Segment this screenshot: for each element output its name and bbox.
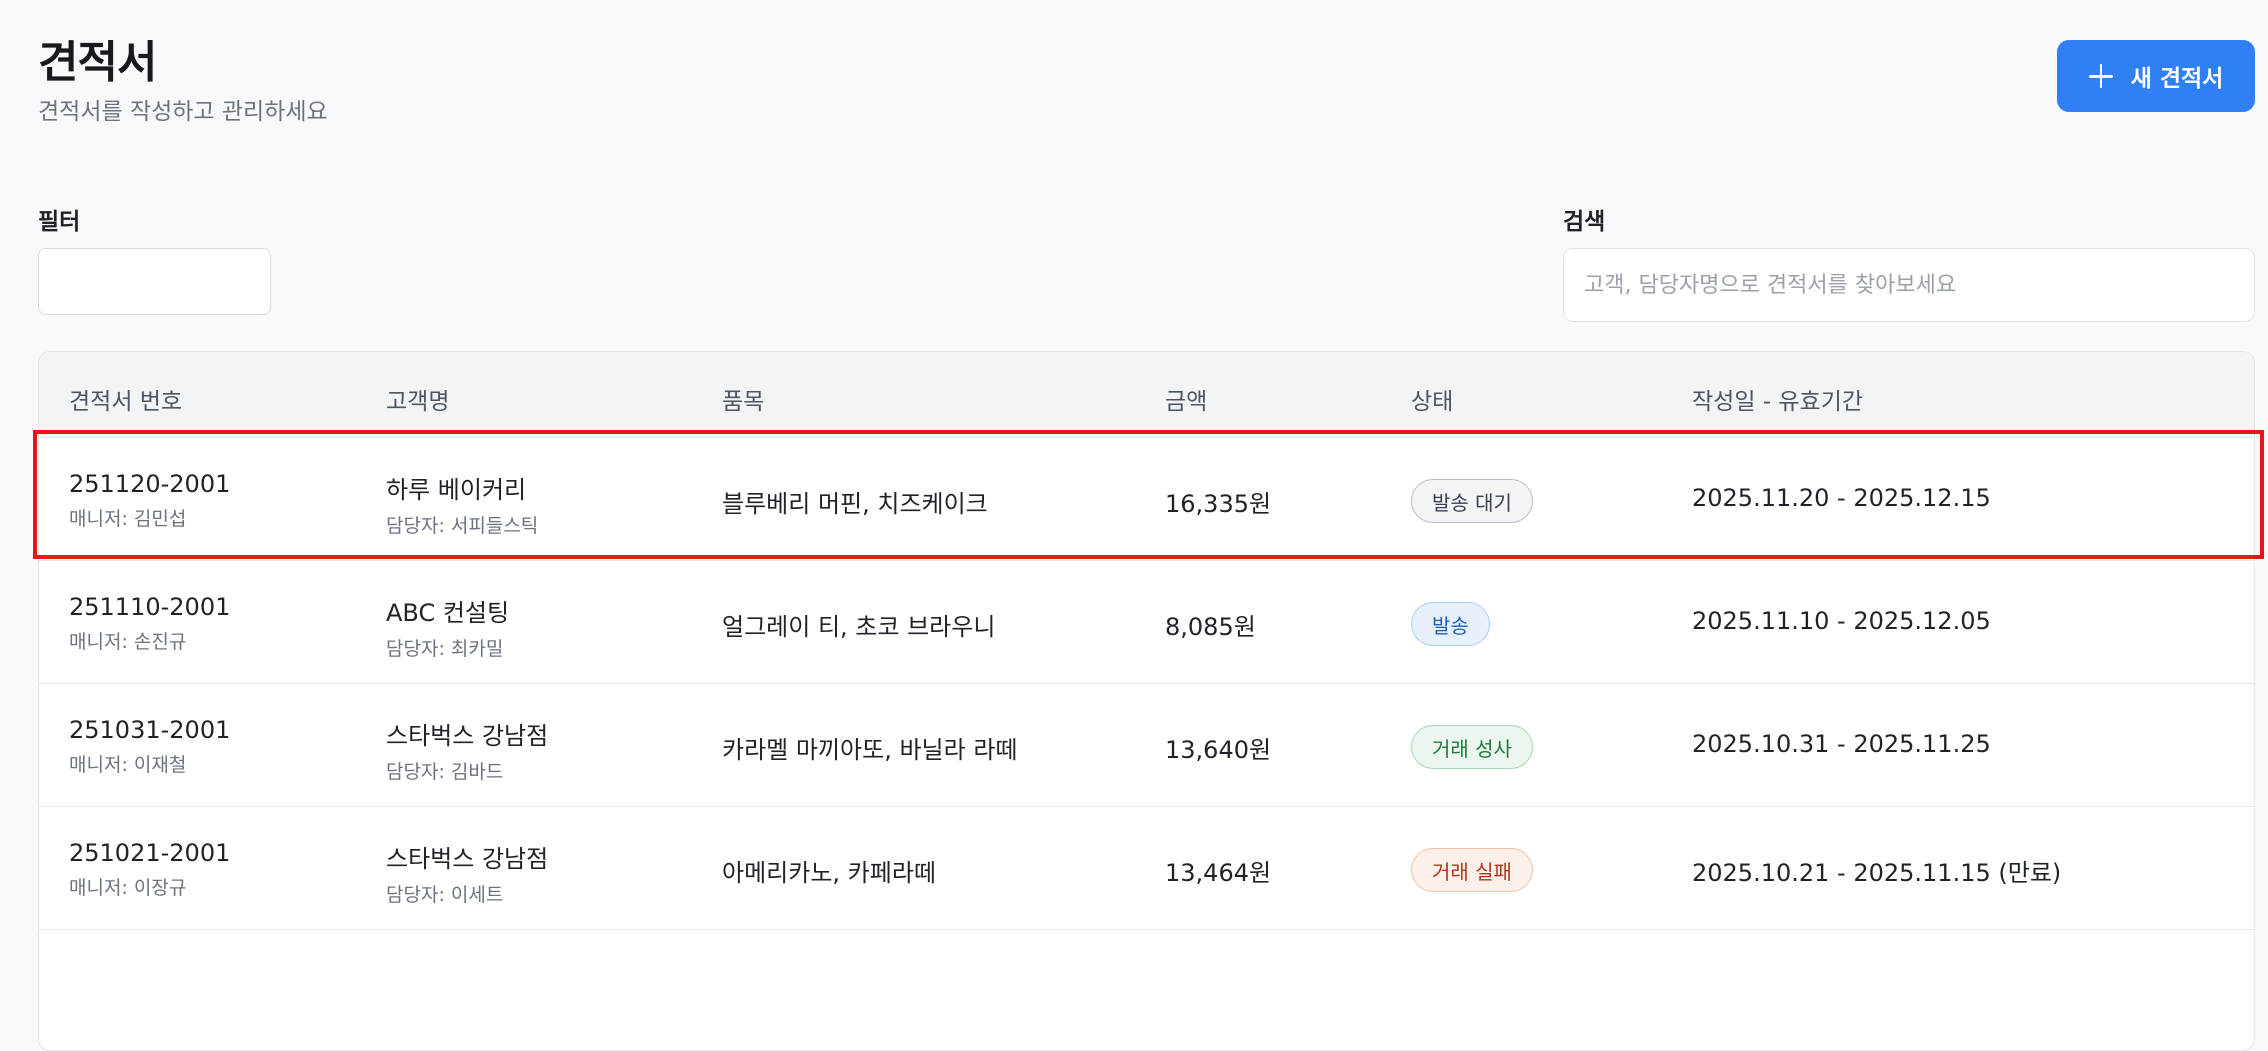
table-header: 견적서 번호 고객명 품목 금액 상태 작성일 - 유효기간 (39, 352, 2254, 438)
customer-name: 스타벅스 강남점 (386, 722, 549, 750)
quote-number-cell: 251120-2001 매니저: 김민섭 (69, 470, 230, 531)
amount-cell: 13,640원 (1165, 736, 1272, 764)
customer-cell: 하루 베이커리 담당자: 서피들스틱 (386, 470, 538, 538)
column-header-amount: 금액 (1165, 389, 1208, 415)
period-cell: 2025.10.31 - 2025.11.25 (1692, 730, 1991, 758)
amount-cell: 13,464원 (1165, 859, 1272, 887)
column-header-status: 상태 (1411, 389, 1454, 415)
items-cell: 카라멜 마끼아또, 바닐라 라떼 (722, 736, 1018, 764)
column-header-customer: 고객명 (386, 389, 450, 415)
table-row[interactable]: 251110-2001 매니저: 손진규 ABC 컨설팅 담당자: 최카밀 얼그… (39, 561, 2254, 684)
quote-number: 251031-2001 (69, 716, 231, 744)
column-header-items: 품목 (722, 389, 765, 415)
manager-name: 매니저: 이장규 (69, 877, 187, 899)
manager-name: 매니저: 김민섭 (69, 508, 187, 530)
items-cell: 아메리카노, 카페라떼 (722, 859, 936, 887)
quote-number-cell: 251110-2001 매니저: 손진규 (69, 593, 230, 654)
period-cell: 2025.11.10 - 2025.12.05 (1692, 607, 1991, 635)
column-header-period: 작성일 - 유효기간 (1692, 389, 1864, 415)
customer-name: ABC 컨설팅 (386, 599, 510, 627)
customer-name: 스타벅스 강남점 (386, 845, 549, 873)
customer-cell: 스타벅스 강남점 담당자: 이세트 (386, 839, 548, 907)
table-row[interactable]: 251021-2001 매니저: 이장규 스타벅스 강남점 담당자: 이세트 아… (39, 807, 2254, 930)
column-header-quote-number: 견적서 번호 (69, 389, 183, 415)
contact-name: 담당자: 서피들스틱 (386, 515, 539, 537)
quote-number: 251021-2001 (69, 839, 231, 867)
amount-cell: 16,335원 (1165, 490, 1272, 518)
new-quote-button-label: 새 견적서 (2130, 66, 2224, 92)
quote-number: 251120-2001 (69, 470, 231, 498)
search-label: 검색 (1563, 209, 1606, 235)
search-input[interactable] (1563, 248, 2255, 322)
page-subtitle: 견적서를 작성하고 관리하세요 (38, 99, 328, 125)
table-row[interactable]: 251120-2001 매니저: 김민섭 하루 베이커리 담당자: 서피들스틱 … (39, 438, 2254, 561)
contact-name: 담당자: 최카밀 (386, 638, 504, 660)
contact-name: 담당자: 이세트 (386, 884, 504, 906)
period-cell: 2025.11.20 - 2025.12.15 (1692, 484, 1991, 512)
period-cell: 2025.10.21 - 2025.11.15 (만료) (1692, 859, 2062, 887)
page-title: 견적서 (38, 37, 157, 88)
quote-number: 251110-2001 (69, 593, 231, 621)
quote-number-cell: 251031-2001 매니저: 이재철 (69, 716, 230, 777)
customer-name: 하루 베이커리 (386, 476, 527, 504)
filter-dropdown[interactable] (38, 248, 271, 315)
quotes-table: 견적서 번호 고객명 품목 금액 상태 작성일 - 유효기간 251120-20… (38, 351, 2255, 1051)
filter-label: 필터 (38, 209, 81, 235)
status-badge: 발송 (1411, 602, 1490, 646)
amount-cell: 8,085원 (1165, 613, 1256, 641)
manager-name: 매니저: 손진규 (69, 631, 187, 653)
customer-cell: 스타벅스 강남점 담당자: 김바드 (386, 716, 548, 784)
items-cell: 얼그레이 티, 초코 브라우니 (722, 613, 996, 641)
items-cell: 블루베리 머핀, 치즈케이크 (722, 490, 988, 518)
status-badge: 거래 성사 (1411, 725, 1533, 769)
customer-cell: ABC 컨설팅 담당자: 최카밀 (386, 593, 509, 661)
manager-name: 매니저: 이재철 (69, 754, 187, 776)
table-row[interactable]: 251031-2001 매니저: 이재철 스타벅스 강남점 담당자: 김바드 카… (39, 684, 2254, 807)
quote-number-cell: 251021-2001 매니저: 이장규 (69, 839, 230, 900)
status-badge: 발송 대기 (1411, 479, 1533, 523)
status-badge: 거래 실패 (1411, 848, 1533, 892)
contact-name: 담당자: 김바드 (386, 761, 504, 783)
new-quote-button[interactable]: 새 견적서 (2057, 40, 2255, 112)
plus-icon (2088, 64, 2113, 88)
